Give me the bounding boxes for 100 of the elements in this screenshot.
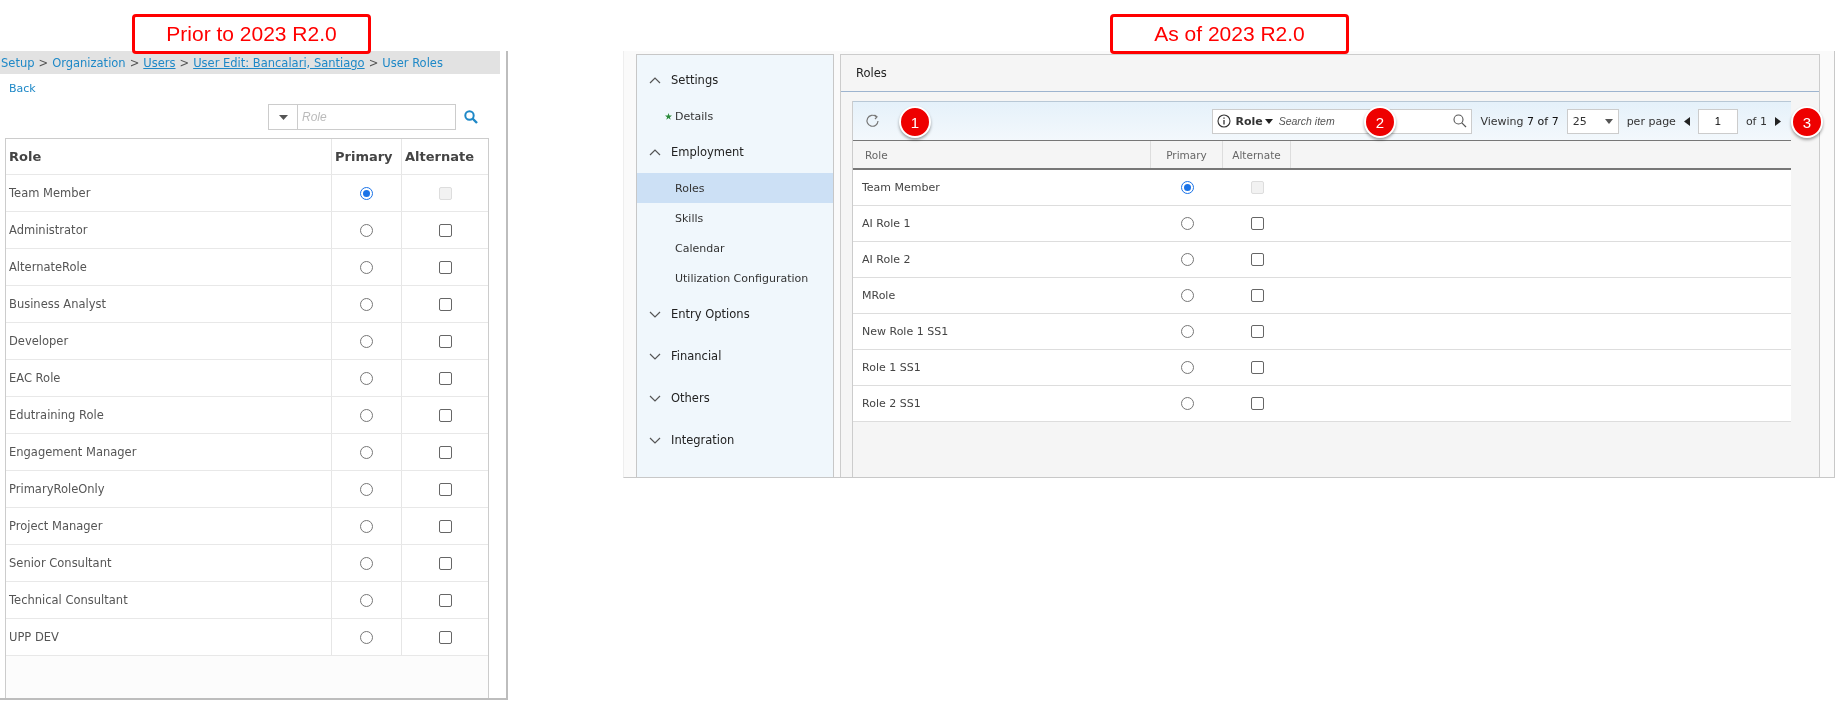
- table-cell-text: Project Manager: [8, 518, 104, 535]
- radio-button[interactable]: [360, 556, 373, 570]
- column-header: Primary: [331, 139, 401, 174]
- breadcrumb-separator: >: [368, 55, 379, 70]
- table-cell-text: AI Role 2: [861, 252, 912, 268]
- table-cell-text: Engagement Manager: [8, 444, 138, 461]
- search-input[interactable]: Role: [298, 109, 455, 125]
- checkbox[interactable]: [438, 630, 452, 644]
- table-cell-text: EAC Role: [8, 370, 62, 387]
- search-icon[interactable]: [464, 110, 478, 124]
- checkbox[interactable]: [438, 519, 452, 533]
- sidebar-section[interactable]: Integration: [637, 419, 833, 461]
- page-input[interactable]: 1: [1697, 108, 1738, 134]
- table-cell-text: UPP DEV: [8, 629, 60, 646]
- checkbox[interactable]: [1250, 361, 1264, 374]
- radio-button[interactable]: [360, 186, 373, 200]
- column-header[interactable]: Role: [853, 141, 1151, 168]
- radio-button[interactable]: [360, 260, 373, 274]
- chevron-up-icon: [649, 76, 661, 84]
- radio-button[interactable]: [360, 408, 373, 422]
- previous-page-icon[interactable]: [1683, 116, 1690, 126]
- table-cell-text: AI Role 1: [861, 216, 912, 232]
- table-cell-text: MRole: [861, 288, 897, 304]
- back-link[interactable]: Back: [9, 82, 36, 95]
- column-header: Alternate: [401, 139, 488, 174]
- checkbox[interactable]: [1250, 397, 1264, 410]
- sidebar-section[interactable]: Settings: [637, 59, 833, 101]
- radio-button[interactable]: [360, 371, 373, 385]
- radio-button[interactable]: [1180, 253, 1194, 266]
- table-cell-text: Team Member: [861, 180, 941, 196]
- search-icon[interactable]: [1453, 114, 1468, 128]
- caption-label: Prior to 2023 R2.0: [132, 14, 371, 54]
- column-header[interactable]: Alternate: [1223, 141, 1291, 168]
- checkbox[interactable]: [438, 408, 452, 422]
- page-size-select[interactable]: 25: [1566, 108, 1619, 134]
- checkbox[interactable]: [438, 223, 452, 237]
- radio-button[interactable]: [1180, 397, 1194, 410]
- checkbox[interactable]: [438, 593, 452, 607]
- radio-button[interactable]: [360, 593, 373, 607]
- radio-button[interactable]: [1180, 325, 1194, 338]
- required-star-icon: [665, 112, 672, 120]
- table-cell-text: Technical Consultant: [8, 592, 129, 609]
- radio-button[interactable]: [360, 223, 373, 237]
- radio-button[interactable]: [360, 482, 373, 496]
- sidebar-section[interactable]: Employment: [637, 131, 833, 173]
- sidebar-section[interactable]: Financial: [637, 335, 833, 377]
- field-selector[interactable]: Role: [1235, 114, 1273, 128]
- sidebar-item[interactable]: Skills: [637, 203, 833, 233]
- caption-label: As of 2023 R2.0: [1110, 14, 1349, 54]
- checkbox[interactable]: [438, 445, 452, 459]
- refresh-icon[interactable]: [865, 113, 881, 129]
- checkbox[interactable]: [1250, 325, 1264, 338]
- checkbox[interactable]: [438, 556, 452, 570]
- radio-button[interactable]: [360, 334, 373, 348]
- viewing-count: Viewing 7 of 7: [1480, 114, 1559, 128]
- breadcrumb-separator: >: [179, 55, 190, 70]
- column-header[interactable]: Primary: [1151, 141, 1223, 168]
- table-cell-text: Senior Consultant: [8, 555, 113, 572]
- checkbox[interactable]: [438, 334, 452, 348]
- next-page-icon[interactable]: [1775, 116, 1781, 126]
- sidebar-section[interactable]: Entry Options: [637, 293, 833, 335]
- table-cell-text: Role 2 SS1: [861, 396, 922, 412]
- page-total: of 1: [1745, 114, 1767, 128]
- chevron-down-icon: [649, 310, 661, 318]
- callout-badge: 3: [1791, 106, 1823, 138]
- table-cell-text: AlternateRole: [8, 259, 88, 276]
- caret-icon: [1604, 118, 1613, 124]
- checkbox[interactable]: [1250, 217, 1264, 230]
- checkbox[interactable]: [1250, 289, 1264, 302]
- radio-button[interactable]: [360, 630, 373, 644]
- radio-button[interactable]: [360, 519, 373, 533]
- table-cell-text: Edutraining Role: [8, 407, 105, 424]
- pane-title: Roles: [841, 55, 1819, 92]
- checkbox[interactable]: [438, 260, 452, 274]
- per-page-label: per page: [1626, 114, 1676, 128]
- radio-button[interactable]: [1180, 289, 1194, 302]
- table-cell-text: Developer: [8, 333, 70, 350]
- search-bar[interactable]: Role: [268, 104, 456, 130]
- checkbox[interactable]: [438, 482, 452, 496]
- breadcrumb-separator: >: [38, 55, 49, 70]
- chevron-down-icon: [649, 436, 661, 444]
- sidebar-item[interactable]: Roles: [637, 173, 833, 203]
- chevron-down-icon: [649, 352, 661, 360]
- checkbox[interactable]: [1250, 253, 1264, 266]
- radio-button[interactable]: [1180, 361, 1194, 374]
- checkbox[interactable]: [438, 371, 452, 385]
- table-cell-text: Role 1 SS1: [861, 360, 922, 376]
- radio-button[interactable]: [1180, 217, 1194, 230]
- sidebar-item[interactable]: Utilization Configuration: [637, 263, 833, 293]
- sidebar-item[interactable]: Calendar: [637, 233, 833, 263]
- radio-button[interactable]: [360, 297, 373, 311]
- table-cell-text: Administrator: [8, 222, 89, 239]
- radio-button[interactable]: [360, 445, 373, 459]
- sidebar-section[interactable]: Others: [637, 377, 833, 419]
- table-cell-text: PrimaryRoleOnly: [8, 481, 106, 498]
- sidebar-item[interactable]: Details: [637, 101, 833, 131]
- radio-button[interactable]: [1180, 181, 1194, 194]
- checkbox[interactable]: [438, 297, 452, 311]
- breadcrumb-separator: >: [129, 55, 140, 70]
- chevron-up-icon: [649, 148, 661, 156]
